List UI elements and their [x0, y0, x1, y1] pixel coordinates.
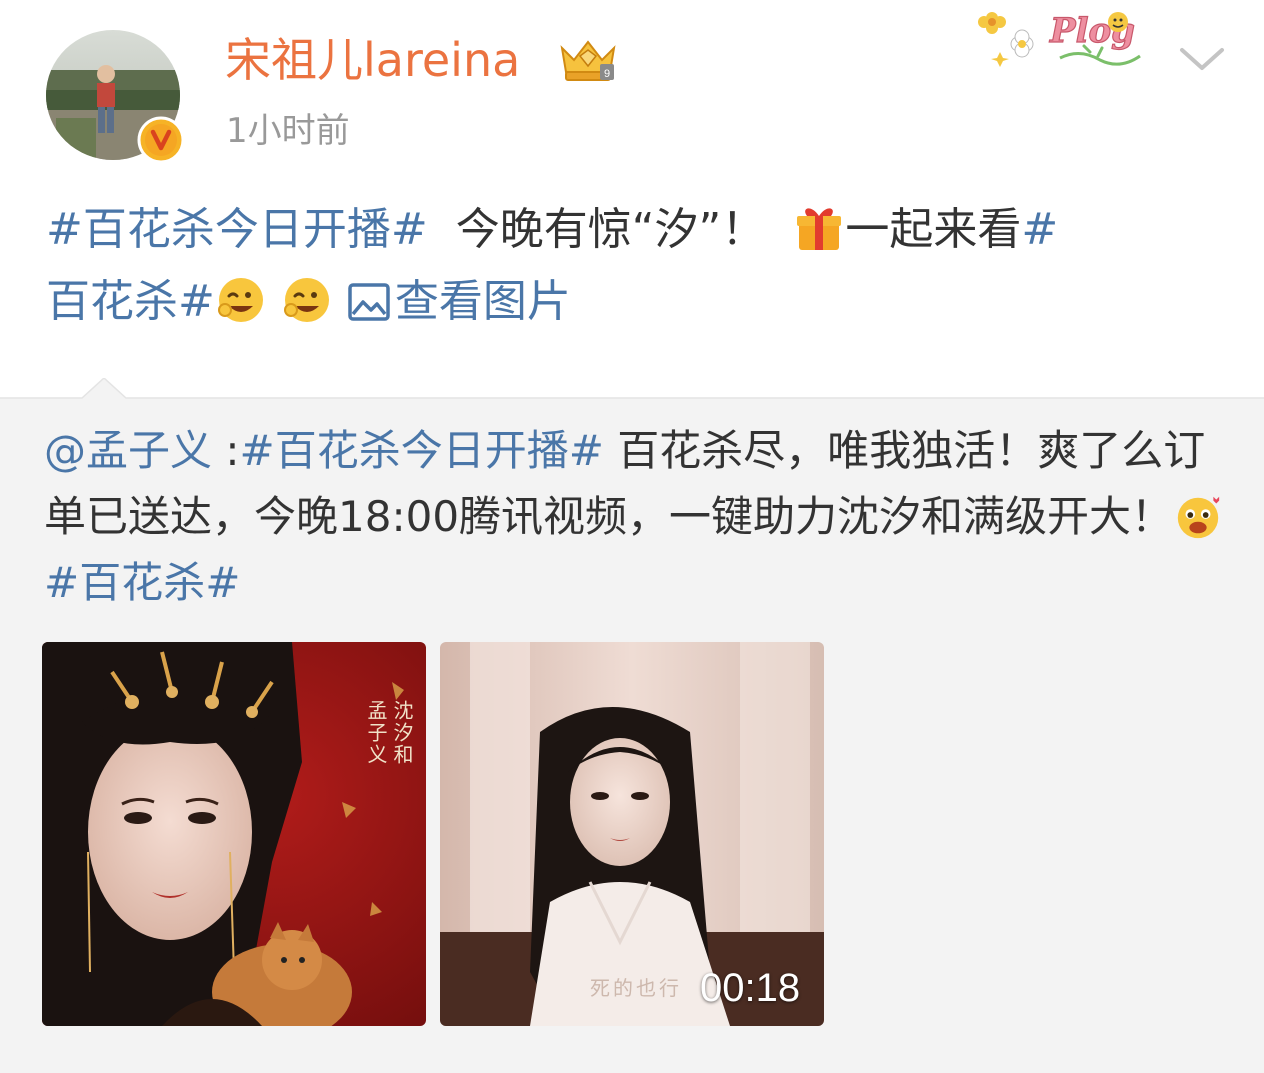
gift-icon: [797, 208, 842, 250]
chevron-down-icon[interactable]: [1176, 42, 1228, 76]
hashtag-link[interactable]: #: [1021, 204, 1058, 255]
grin-emoji-icon: [217, 278, 263, 322]
post-text: #百花杀今日开播# 今晚有惊“汐”！ 一起来看# 百花杀# 查看图片: [46, 194, 1236, 338]
image-icon[interactable]: [347, 282, 391, 322]
hashtag-link[interactable]: #百花杀#: [44, 558, 240, 607]
hashtag-link[interactable]: 百花杀#: [46, 276, 215, 327]
hashtag-link[interactable]: #百花杀今日开播#: [46, 204, 428, 255]
post-timestamp: 1小时前: [226, 111, 350, 151]
repost-text: @孟子义 :#百花杀今日开播# 百花杀尽，唯我独活！爽了么订单已送达，今晚18:…: [44, 418, 1234, 616]
hashtag-link[interactable]: #百花杀今日开播#: [240, 426, 604, 475]
post-text-segment: 一起来看: [845, 204, 1022, 255]
poster-name-text: 孟子义: [364, 700, 388, 766]
excited-emoji-icon: [1177, 496, 1220, 539]
mention-link[interactable]: @孟子义: [44, 426, 212, 475]
verified-v-icon: [137, 116, 185, 164]
crown-vip-icon[interactable]: 9: [556, 36, 620, 84]
author-name[interactable]: 宋祖儿lareina: [225, 30, 520, 90]
video-caption: 死的也行: [590, 976, 682, 1000]
poster-role-text: 沈汐和: [390, 700, 414, 766]
grin-emoji-icon: [283, 278, 329, 322]
plog-sticker: Plog: [970, 0, 1166, 78]
svg-text:9: 9: [604, 68, 610, 80]
post-text-segment: 今晚有惊“汐”！: [455, 204, 766, 255]
media-image-1[interactable]: 沈汐和 孟子义: [42, 642, 426, 1026]
view-images-link[interactable]: 查看图片: [395, 276, 571, 327]
video-duration: 00:18: [700, 966, 801, 1010]
repost-sep: :: [212, 426, 240, 475]
repost-notch: [0, 378, 1264, 400]
